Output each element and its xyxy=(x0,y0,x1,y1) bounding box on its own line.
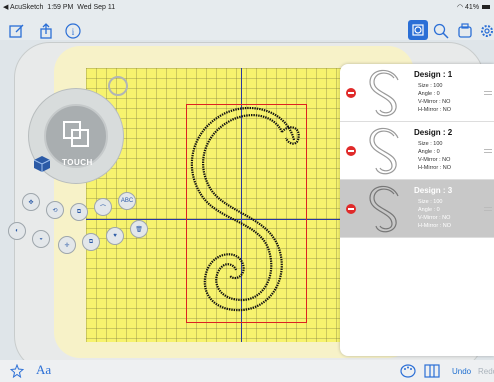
svg-text:i: i xyxy=(72,27,75,37)
duplicate-icon[interactable]: ⧉ xyxy=(70,203,88,221)
share-icon[interactable] xyxy=(37,22,55,40)
hoop-icon[interactable] xyxy=(456,22,474,40)
settings-icon[interactable] xyxy=(478,22,494,40)
design-list-panel: Design : 1 Size : 100 Angle : 0 V-Mirror… xyxy=(340,64,494,356)
trash-icon[interactable]: 🗑 xyxy=(130,220,148,238)
abc-text-button[interactable]: ABC xyxy=(118,192,136,210)
wand-icon[interactable] xyxy=(9,363,25,379)
status-time: 1:59 PM xyxy=(47,4,74,11)
status-bar: ◀ AcuSketch 1:59 PM Wed Sep 11 ◠ 41% xyxy=(0,0,494,16)
delete-design-button[interactable] xyxy=(346,146,356,156)
info-icon[interactable]: i xyxy=(64,22,82,40)
design-vmirror: V-Mirror : NO xyxy=(418,157,451,163)
layout-icon[interactable] xyxy=(424,363,440,379)
design-hmirror: H-Mirror : NO xyxy=(418,107,451,113)
palette-icon[interactable] xyxy=(400,363,416,379)
design-size: Size : 100 xyxy=(418,83,443,89)
mirror-vertical-icon[interactable]: ◒ xyxy=(32,230,50,248)
design-angle: Angle : 0 xyxy=(418,91,440,97)
move-icon[interactable]: ✥ xyxy=(22,193,40,211)
design-title: Design : 1 xyxy=(414,70,453,79)
back-to-app[interactable]: ◀ AcuSketch xyxy=(3,4,43,11)
edit-icon[interactable] xyxy=(8,22,26,40)
layer-icon xyxy=(63,121,89,147)
rotate-icon[interactable]: ⟲ xyxy=(46,201,64,219)
delete-design-button[interactable] xyxy=(346,204,356,214)
design-thumbnail xyxy=(369,185,399,233)
design-hmirror: H-Mirror : NO xyxy=(418,223,451,229)
wifi-icon: ◠ xyxy=(456,4,464,11)
design-row[interactable]: Design : 1 Size : 100 Angle : 0 V-Mirror… xyxy=(340,64,494,122)
dial-hook xyxy=(108,76,128,96)
color-sort-icon[interactable]: ♥ xyxy=(106,227,124,245)
design-angle: Angle : 0 xyxy=(418,149,440,155)
zoom-icon[interactable] xyxy=(432,22,450,40)
mirror-horizontal-icon[interactable]: ◐ xyxy=(8,222,26,240)
group-icon[interactable]: ⧉ xyxy=(82,233,100,251)
status-date: Wed Sep 11 xyxy=(77,4,116,11)
drag-handle[interactable] xyxy=(484,91,492,95)
battery-icon xyxy=(482,5,490,10)
design-vmirror: V-Mirror : NO xyxy=(418,215,451,221)
bottom-toolbar: Aa Undo Redo xyxy=(0,360,494,382)
design-title: Design : 3 xyxy=(414,186,453,195)
design-row[interactable]: Design : 2 Size : 100 Angle : 0 V-Mirror… xyxy=(340,122,494,180)
3d-cube-icon[interactable] xyxy=(30,152,52,174)
text-arc-icon[interactable]: ⌒ xyxy=(94,198,112,216)
design-size: Size : 100 xyxy=(418,199,443,205)
touch-label: TOUCH xyxy=(62,158,93,167)
design-thumbnail xyxy=(369,127,399,175)
s-design-stitch[interactable] xyxy=(186,104,307,323)
text-tool-button[interactable]: Aa xyxy=(36,362,51,378)
design-row-selected[interactable]: Design : 3 Size : 100 Angle : 0 V-Mirror… xyxy=(340,180,494,238)
drag-handle[interactable] xyxy=(484,207,492,211)
design-vmirror: V-Mirror : NO xyxy=(418,99,451,105)
design-angle: Angle : 0 xyxy=(418,207,440,213)
delete-design-button[interactable] xyxy=(346,88,356,98)
drag-handle[interactable] xyxy=(484,149,492,153)
design-size: Size : 100 xyxy=(418,141,443,147)
design-title: Design : 2 xyxy=(414,128,453,137)
design-thumbnail xyxy=(369,69,399,117)
redo-button[interactable]: Redo xyxy=(478,367,494,376)
design-hmirror: H-Mirror : NO xyxy=(418,165,451,171)
undo-button[interactable]: Undo xyxy=(452,367,471,376)
select-all-icon[interactable] xyxy=(408,20,428,40)
battery-percent: 41% xyxy=(465,4,480,11)
center-icon[interactable]: ✛ xyxy=(58,236,76,254)
